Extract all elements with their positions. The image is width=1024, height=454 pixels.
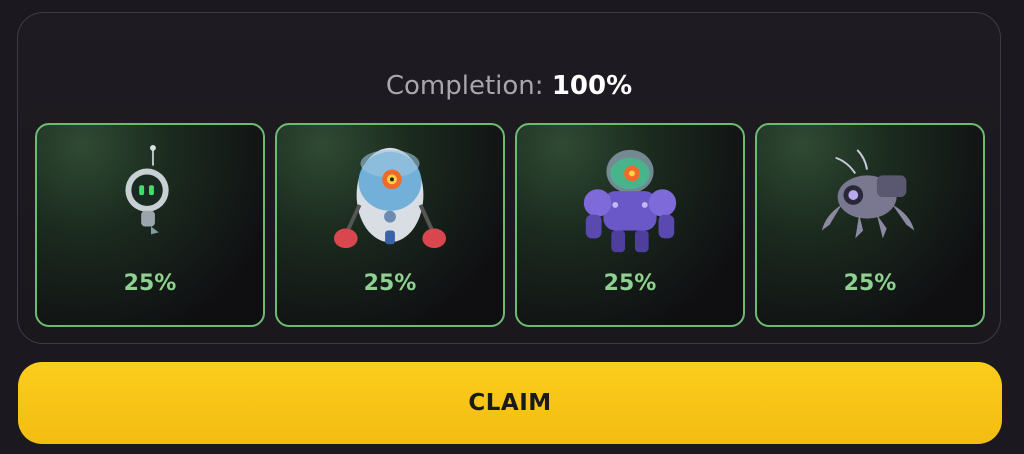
completion-status: Completion: 100% [18, 69, 1000, 103]
robot-card-4: 25% [755, 123, 985, 327]
robot-card-1: 25% [35, 123, 265, 327]
robot-card-3: 25% [515, 123, 745, 327]
small-astronaut-robot-icon [125, 144, 169, 235]
card-percent: 25% [363, 271, 417, 296]
spider-robot-icon [821, 149, 915, 239]
card-percent: 25% [603, 271, 657, 296]
robot-cards: 25% 25% 25% 25% [35, 123, 987, 329]
card-percent: 25% [123, 271, 177, 296]
robot-card-2: 25% [275, 123, 505, 327]
completion-value: 100% [551, 71, 633, 101]
completion-label: Completion: [385, 71, 544, 101]
claim-button[interactable]: CLAIM [18, 362, 1002, 444]
card-percent: 25% [843, 271, 897, 296]
boxer-robot-icon [333, 147, 447, 249]
rewards-panel: Completion: 100% 25% 25% 25% 25% [17, 12, 1001, 344]
mech-robot-icon [583, 149, 677, 253]
